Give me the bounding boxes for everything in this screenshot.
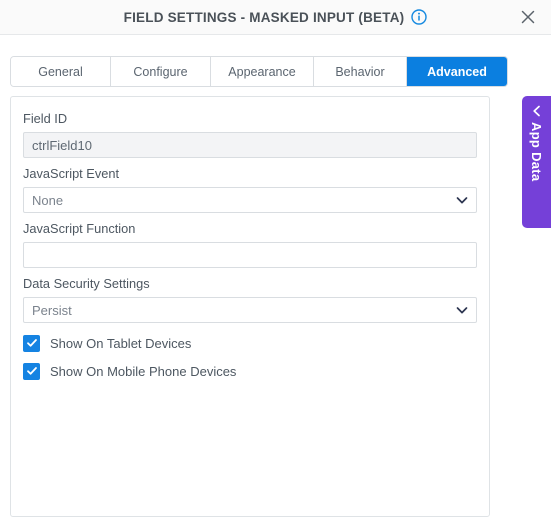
- tab-advanced[interactable]: Advanced: [407, 57, 507, 86]
- field-settings-dialog: FIELD SETTINGS - MASKED INPUT (BETA) Gen…: [0, 0, 551, 522]
- javascript-function-label: JavaScript Function: [23, 221, 136, 236]
- tab-configure[interactable]: Configure: [111, 57, 211, 86]
- data-security-settings-label: Data Security Settings: [23, 276, 150, 291]
- javascript-event-select[interactable]: None: [23, 187, 477, 213]
- show-on-tablet-devices-label[interactable]: Show On Tablet Devices: [50, 336, 191, 351]
- close-button[interactable]: [517, 6, 539, 28]
- check-icon: [26, 339, 37, 347]
- dialog-titlebar: FIELD SETTINGS - MASKED INPUT (BETA): [0, 0, 551, 35]
- advanced-tab-panel: Field ID JavaScript Event None JavaScrip…: [10, 96, 490, 517]
- tab-appearance[interactable]: Appearance: [211, 57, 314, 86]
- data-security-settings-group: Data Security Settings Persist: [23, 276, 477, 323]
- field-id-input[interactable]: [23, 132, 477, 158]
- field-id-label: Field ID: [23, 111, 68, 126]
- app-data-panel-toggle[interactable]: App Data: [522, 96, 551, 228]
- chevron-left-icon: [530, 104, 544, 118]
- settings-tab-bar: General Configure Appearance Behavior Ad…: [10, 56, 508, 87]
- javascript-event-group: JavaScript Event None: [23, 166, 477, 213]
- tab-general[interactable]: General: [11, 57, 111, 86]
- dialog-title-wrap: FIELD SETTINGS - MASKED INPUT (BETA): [124, 9, 428, 25]
- show-on-mobile-phone-devices-row[interactable]: Show On Mobile Phone Devices: [23, 359, 477, 383]
- info-circle-icon[interactable]: [411, 9, 428, 25]
- javascript-function-input[interactable]: [23, 242, 477, 268]
- tab-behavior[interactable]: Behavior: [314, 57, 407, 86]
- show-on-mobile-phone-devices-label[interactable]: Show On Mobile Phone Devices: [50, 364, 236, 379]
- close-icon: [521, 10, 535, 24]
- data-security-settings-select[interactable]: Persist: [23, 297, 477, 323]
- javascript-event-select-value[interactable]: None: [23, 187, 477, 213]
- show-on-tablet-devices-checkbox[interactable]: [23, 334, 40, 352]
- data-security-settings-select-value[interactable]: Persist: [23, 297, 477, 323]
- page-title: FIELD SETTINGS - MASKED INPUT (BETA): [123, 9, 405, 25]
- app-data-label: App Data: [529, 122, 544, 182]
- javascript-function-group: JavaScript Function: [23, 221, 477, 268]
- show-on-tablet-devices-row[interactable]: Show On Tablet Devices: [23, 331, 477, 355]
- javascript-event-label: JavaScript Event: [23, 166, 120, 181]
- show-on-mobile-phone-devices-checkbox[interactable]: [23, 362, 40, 380]
- check-icon: [26, 367, 37, 375]
- field-id-group: Field ID: [23, 111, 477, 158]
